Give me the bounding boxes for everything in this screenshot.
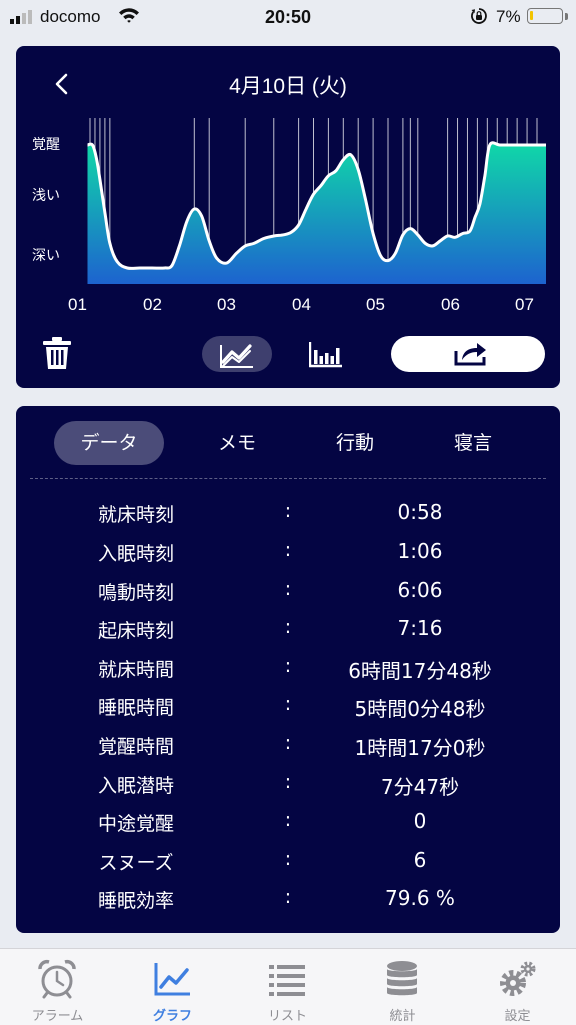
y-label-awake: 覚醒	[32, 137, 60, 153]
stat-value: 0:58	[397, 500, 443, 524]
share-icon	[454, 343, 486, 366]
stat-row-sleep-onset: 入眠時刻 : 1:06	[16, 539, 560, 577]
stat-value: 1:06	[397, 539, 443, 563]
tab-memo[interactable]: メモ	[182, 421, 292, 465]
share-button[interactable]	[391, 336, 545, 372]
stat-value: 6	[413, 848, 427, 872]
stat-label: 覚醒時間	[97, 736, 174, 758]
status-bar: docomo 20:50 7%	[0, 0, 576, 34]
sleep-depth-chart	[87, 118, 546, 284]
stat-row-time-in-bed: 就床時間 : 6時間17分48秒	[16, 655, 560, 693]
tab-bar-label: アラーム	[31, 1009, 84, 1024]
x-tick-03: 03	[217, 295, 236, 314]
battery-tip	[565, 13, 568, 20]
stat-label: 睡眠時間	[97, 697, 174, 719]
stat-value: 0	[413, 809, 427, 833]
stat-value: 6:06	[397, 578, 443, 602]
tab-data[interactable]: データ	[54, 421, 164, 465]
stat-label: 就床時間	[97, 659, 174, 681]
stat-colon: :	[284, 771, 292, 793]
tab-sleep-talk[interactable]: 寝言	[418, 421, 528, 465]
stat-label: スヌーズ	[98, 852, 174, 874]
rotation-lock-icon	[471, 8, 487, 24]
stat-row-mid-wake: 中途覚醒 : 0	[16, 809, 560, 847]
tab-bar-item-alarm[interactable]: アラーム	[0, 949, 115, 1025]
stat-value: 1時間17分0秒	[354, 736, 486, 760]
tab-activity[interactable]: 行動	[300, 421, 410, 465]
clock: 20:50	[264, 7, 312, 27]
stat-label: 鳴動時刻	[97, 582, 174, 604]
stat-value: 79.6 %	[385, 886, 455, 910]
stat-label: 入眠潜時	[97, 775, 174, 797]
stat-colon: :	[284, 886, 292, 908]
gear-icon	[500, 961, 536, 996]
stat-label: 起床時刻	[97, 620, 174, 642]
stat-row-awake-duration: 覚醒時間 : 1時間17分0秒	[16, 732, 560, 770]
tab-bar-label: グラフ	[152, 1009, 192, 1024]
stat-colon: :	[284, 655, 292, 677]
stat-colon: :	[284, 693, 292, 715]
stat-row-sleep-duration: 睡眠時間 : 5時間0分48秒	[16, 693, 560, 731]
database-icon	[387, 961, 417, 996]
stat-colon: :	[284, 848, 292, 870]
tab-bar-item-graph[interactable]: グラフ	[115, 949, 230, 1025]
bottom-tab-bar: アラーム グラフ リスト 統計 設定	[0, 948, 576, 1025]
sleep-data-card: データ メモ 行動 寝言 就床時刻 : 0:58 入眠時刻 : 1:06 鳴動時…	[16, 406, 560, 933]
tab-bar-item-stats[interactable]: 統計	[345, 949, 460, 1025]
list-icon	[269, 965, 305, 996]
stat-value: 7分47秒	[380, 775, 460, 799]
stat-colon: :	[284, 809, 292, 831]
stat-label: 就床時刻	[97, 504, 174, 526]
stat-value: 6時間17分48秒	[348, 659, 492, 683]
tab-bar-label: リスト	[267, 1009, 307, 1024]
alarm-clock-icon	[38, 959, 76, 999]
stat-row-alarm-time: 鳴動時刻 : 6:06	[16, 578, 560, 616]
bar-chart-icon[interactable]	[309, 340, 343, 368]
stat-row-sleep-latency: 入眠潜時 : 7分47秒	[16, 771, 560, 809]
stat-colon: :	[284, 616, 292, 638]
y-label-light: 浅い	[32, 188, 60, 204]
tab-bar-label: 統計	[389, 1009, 416, 1024]
stat-row-bedtime: 就床時刻 : 0:58	[16, 500, 560, 538]
sleep-graph-card: 4月10日 (火) 覚醒 浅い 深い 01 02 03 04 05 06 07	[16, 46, 560, 388]
stat-label: 中途覚醒	[97, 813, 174, 835]
x-tick-07: 07	[515, 295, 534, 314]
trash-icon[interactable]	[42, 336, 72, 370]
battery-percent: 7%	[496, 7, 521, 26]
x-tick-04: 04	[292, 295, 311, 314]
stat-label: 入眠時刻	[97, 543, 174, 565]
tab-bar-label: 設定	[504, 1009, 531, 1024]
x-tick-02: 02	[143, 295, 162, 314]
x-tick-06: 06	[441, 295, 460, 314]
dashed-divider	[30, 478, 546, 479]
tab-bar-item-list[interactable]: リスト	[230, 949, 345, 1025]
detail-tabs: データ メモ 行動 寝言	[30, 421, 546, 465]
x-tick-05: 05	[366, 295, 385, 314]
stat-colon: :	[284, 539, 292, 561]
tab-bar-item-settings[interactable]: 設定	[460, 949, 575, 1025]
x-tick-01: 01	[68, 295, 87, 314]
y-label-deep: 深い	[32, 248, 60, 264]
stat-value: 5時間0分48秒	[354, 697, 486, 721]
line-chart-button[interactable]	[202, 336, 272, 372]
battery-icon	[527, 8, 563, 24]
stat-colon: :	[284, 500, 292, 522]
stat-label: 睡眠効率	[97, 890, 174, 912]
stat-colon: :	[284, 578, 292, 600]
stat-value: 7:16	[397, 616, 443, 640]
line-chart-icon	[220, 344, 253, 368]
stat-row-sleep-efficiency: 睡眠効率 : 79.6 %	[16, 886, 560, 924]
stat-row-wake-time: 起床時刻 : 7:16	[16, 616, 560, 654]
date-title: 4月10日 (火)	[229, 75, 347, 98]
stat-colon: :	[284, 732, 292, 754]
graph-icon	[154, 963, 190, 996]
stat-row-snooze: スヌーズ : 6	[16, 848, 560, 886]
